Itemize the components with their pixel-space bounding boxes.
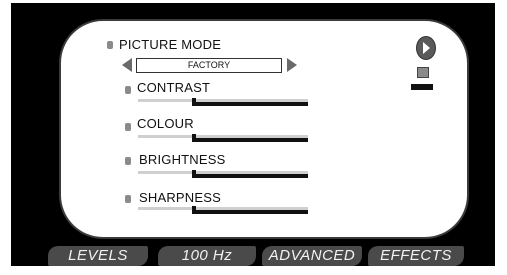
sharpness-slider-fill [194,210,308,214]
brightness-bullet-icon [125,157,131,165]
brightness-slider[interactable] [138,170,308,178]
colour-bullet-icon [125,123,131,131]
colour-label: COLOUR [137,116,194,131]
picture-mode-bullet-icon [107,41,113,49]
tab-effects[interactable]: EFFECTS [368,246,464,266]
contrast-bullet-icon [125,86,131,94]
tab-100hz[interactable]: 100 Hz [158,246,256,266]
contrast-label: CONTRAST [137,80,211,95]
square-icon [417,67,429,78]
sharpness-slider-thumb[interactable] [192,206,196,214]
contrast-slider[interactable] [138,98,308,106]
contrast-slider-thumb[interactable] [192,98,196,106]
brightness-slider-thumb[interactable] [192,170,196,178]
sharpness-slider[interactable] [138,206,308,214]
tab-advanced[interactable]: ADVANCED [262,246,362,266]
play-right-icon[interactable] [416,36,436,60]
contrast-slider-fill [194,102,308,106]
dash-icon [411,84,433,90]
picture-mode-label: PICTURE MODE [119,37,222,52]
colour-slider-fill [194,138,308,142]
bottom-tab-bar: LEVELS 100 Hz ADVANCED EFFECTS [0,246,507,268]
arrow-left-icon[interactable] [122,58,132,72]
arrow-right-icon[interactable] [287,58,297,72]
brightness-label: BRIGHTNESS [139,152,226,167]
colour-slider-thumb[interactable] [192,134,196,142]
tab-levels[interactable]: LEVELS [48,246,148,266]
picture-mode-selector[interactable]: FACTORY [122,58,297,73]
brightness-slider-fill [194,174,308,178]
picture-mode-value[interactable]: FACTORY [136,58,282,73]
colour-slider[interactable] [138,134,308,142]
sharpness-bullet-icon [125,195,131,203]
sharpness-label: SHARPNESS [139,190,221,205]
